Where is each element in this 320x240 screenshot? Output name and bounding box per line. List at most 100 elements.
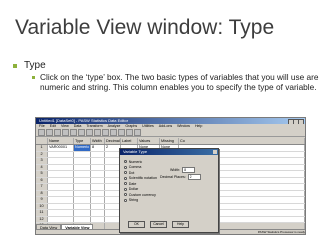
type-option[interactable]: String: [124, 198, 157, 204]
header-type[interactable]: Type: [74, 138, 91, 144]
menu-addons[interactable]: Add-ons: [159, 124, 172, 129]
radio-icon[interactable]: [124, 165, 127, 169]
type-option-label: Comma: [128, 165, 142, 170]
help-button[interactable]: Help: [172, 221, 189, 228]
empty-cell[interactable]: [74, 184, 91, 190]
empty-cell[interactable]: [48, 158, 74, 164]
cancel-button[interactable]: Cancel: [150, 221, 167, 228]
variables-icon[interactable]: [94, 129, 101, 136]
weight-cases-icon[interactable]: [134, 129, 141, 136]
radio-icon[interactable]: [124, 160, 127, 164]
width-label: Width:: [170, 168, 181, 172]
dialog-close-icon[interactable]: [213, 150, 217, 154]
header-columns[interactable]: Co: [179, 138, 305, 144]
empty-cell[interactable]: [48, 197, 74, 203]
type-option[interactable]: Scientific notation: [124, 176, 157, 182]
row-number: 11: [36, 210, 48, 216]
empty-cell[interactable]: [74, 164, 91, 170]
empty-cell[interactable]: [91, 203, 105, 209]
empty-cell[interactable]: [48, 164, 74, 170]
decimals-input[interactable]: 2: [187, 174, 201, 180]
empty-cell[interactable]: [91, 158, 105, 164]
empty-cell[interactable]: [91, 171, 105, 177]
split-file-icon[interactable]: [126, 129, 133, 136]
recall-dialog-icon[interactable]: [62, 129, 69, 136]
status-text: PASW Statistics Processor is ready: [257, 230, 305, 234]
type-option-label: Dot: [128, 170, 135, 175]
empty-cell[interactable]: [91, 164, 105, 170]
ok-button[interactable]: OK: [128, 221, 145, 228]
undo-icon[interactable]: [70, 129, 77, 136]
empty-cell[interactable]: [48, 151, 74, 157]
header-missing[interactable]: Missing: [160, 138, 179, 144]
empty-cell[interactable]: [74, 203, 91, 209]
insert-case-icon[interactable]: [110, 129, 117, 136]
empty-cell[interactable]: [48, 216, 74, 222]
find-icon[interactable]: [102, 129, 109, 136]
row-number: 3: [36, 158, 48, 164]
radio-icon[interactable]: [124, 193, 127, 197]
header-decimals[interactable]: Decimals: [105, 138, 121, 144]
empty-cell[interactable]: [91, 197, 105, 203]
row-number: 2: [36, 151, 48, 157]
type-option-label: String: [128, 198, 139, 203]
header-width[interactable]: Width: [91, 138, 105, 144]
header-label[interactable]: Label: [121, 138, 138, 144]
empty-cell[interactable]: [48, 171, 74, 177]
row-number: 7: [36, 184, 48, 190]
open-icon[interactable]: [38, 129, 45, 136]
radio-icon[interactable]: [124, 198, 127, 202]
header-name[interactable]: Name: [48, 138, 74, 144]
save-icon[interactable]: [46, 129, 53, 136]
empty-cell[interactable]: [91, 216, 105, 222]
type-options: Numeric Comma Dot Scientific notation Date Do…: [124, 159, 157, 203]
empty-cell[interactable]: [48, 190, 74, 196]
empty-cell[interactable]: [74, 190, 91, 196]
radio-icon[interactable]: [124, 171, 127, 175]
empty-cell[interactable]: [74, 197, 91, 203]
bullet-description: Click on the ‘type’ box. The two basic t…: [32, 72, 320, 92]
type-option[interactable]: Custom currency: [124, 192, 157, 198]
empty-cell[interactable]: [48, 210, 74, 216]
empty-cell[interactable]: [48, 184, 74, 190]
cell-name[interactable]: VAR00001: [48, 145, 74, 151]
type-option-label: Date: [128, 181, 137, 186]
width-input[interactable]: 8: [182, 167, 196, 173]
empty-cell[interactable]: [48, 203, 74, 209]
header-corner: [36, 138, 48, 144]
bullet-square-icon: [13, 63, 17, 68]
decimals-field: Decimal Places: 2: [160, 174, 201, 180]
toolbar: [36, 129, 305, 137]
cell-type[interactable]: Numeric: [74, 145, 91, 151]
empty-cell[interactable]: [74, 151, 91, 157]
radio-icon[interactable]: [124, 187, 127, 191]
row-number: 8: [36, 190, 48, 196]
cell-width[interactable]: 8: [91, 145, 105, 151]
slide-title: Variable View window: Type: [15, 16, 275, 39]
radio-icon[interactable]: [124, 182, 127, 186]
menu-utilities[interactable]: Utilities: [142, 124, 154, 129]
empty-cell[interactable]: [91, 184, 105, 190]
empty-cell[interactable]: [91, 190, 105, 196]
insert-variable-icon[interactable]: [118, 129, 125, 136]
empty-cell[interactable]: [74, 177, 91, 183]
empty-cell[interactable]: [74, 158, 91, 164]
empty-cell[interactable]: [91, 151, 105, 157]
empty-cell[interactable]: [48, 177, 74, 183]
header-values[interactable]: Values: [138, 138, 160, 144]
row-number: 10: [36, 203, 48, 209]
empty-cell[interactable]: [91, 210, 105, 216]
empty-cell[interactable]: [74, 171, 91, 177]
close-icon[interactable]: [298, 119, 304, 124]
decimals-label: Decimal Places:: [160, 175, 186, 179]
menu-window[interactable]: Window: [177, 124, 190, 129]
row-number: 4: [36, 164, 48, 170]
menu-help[interactable]: Help: [195, 124, 202, 129]
radio-icon[interactable]: [124, 176, 127, 180]
redo-icon[interactable]: [78, 129, 85, 136]
goto-case-icon[interactable]: [86, 129, 93, 136]
empty-cell[interactable]: [74, 210, 91, 216]
print-icon[interactable]: [54, 129, 61, 136]
empty-cell[interactable]: [74, 216, 91, 222]
empty-cell[interactable]: [91, 177, 105, 183]
